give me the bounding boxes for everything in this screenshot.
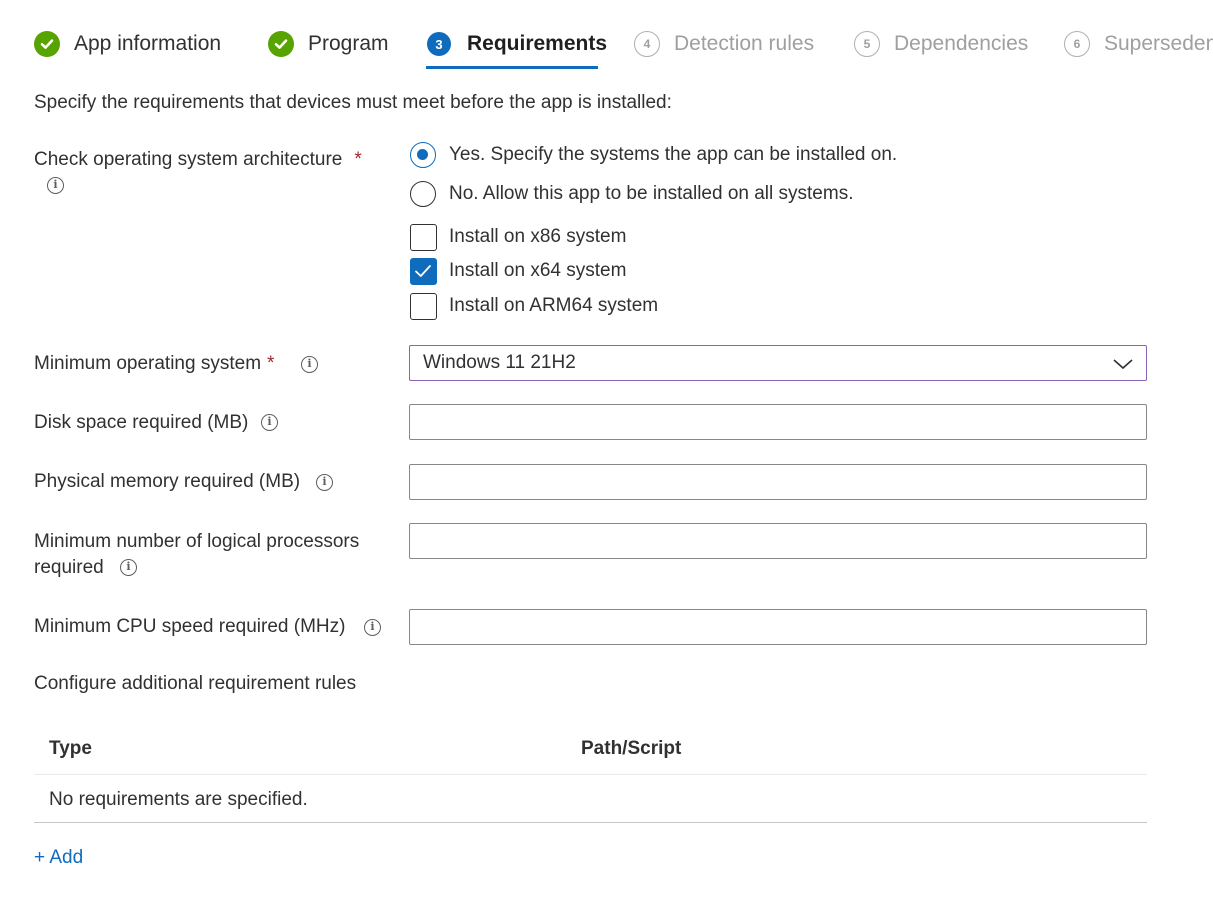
intro-text: Specify the requirements that devices mu… xyxy=(34,92,672,113)
processors-label-line1: Minimum number of logical processors xyxy=(34,531,360,552)
arch-no-radio[interactable] xyxy=(410,181,436,207)
cpu-label: Minimum CPU speed required (MHz) xyxy=(34,616,346,637)
min-os-dropdown[interactable]: Windows 11 21H2 xyxy=(409,345,1147,381)
step-label: Requirements xyxy=(467,32,608,55)
column-header-path-script: Path/Script xyxy=(581,738,682,759)
additional-rules-title: Configure additional requirement rules xyxy=(34,673,357,694)
step-supersedence[interactable]: 6 Superseden xyxy=(1064,28,1213,60)
x64-checkbox[interactable] xyxy=(410,258,437,285)
step-label: App information xyxy=(74,32,222,55)
step-number-badge: 4 xyxy=(634,31,660,57)
disk-label: Disk space required (MB) xyxy=(34,412,249,433)
arch-yes-radio[interactable] xyxy=(410,142,436,168)
required-marker: * xyxy=(354,149,362,170)
table-bottom-divider xyxy=(34,822,1147,823)
min-os-label-text: Minimum operating system xyxy=(34,353,262,374)
arm64-label[interactable]: Install on ARM64 system xyxy=(449,295,658,317)
arch-no-label[interactable]: No. Allow this app to be installed on al… xyxy=(449,183,853,205)
info-icon[interactable]: i xyxy=(120,559,137,576)
step-number-badge: 5 xyxy=(854,31,880,57)
arch-label: Check operating system architecture * xyxy=(34,149,362,171)
cpu-speed-input[interactable] xyxy=(409,609,1147,645)
info-icon[interactable]: i xyxy=(301,356,318,373)
checkmark-icon xyxy=(415,265,431,277)
info-icon[interactable]: i xyxy=(261,414,278,431)
add-requirement-link[interactable]: + Add xyxy=(34,847,83,869)
step-program[interactable]: Program xyxy=(268,28,389,60)
step-app-information[interactable]: App information xyxy=(34,28,221,60)
step-dependencies[interactable]: 5 Dependencies xyxy=(854,28,1028,60)
x86-checkbox[interactable] xyxy=(410,224,437,251)
step-label: Detection rules xyxy=(674,32,815,55)
physical-memory-input[interactable] xyxy=(409,464,1147,500)
min-os-value: Windows 11 21H2 xyxy=(423,352,576,373)
step-label: Program xyxy=(308,32,389,55)
step-number-badge: 6 xyxy=(1064,31,1090,57)
arch-yes-label[interactable]: Yes. Specify the systems the app can be … xyxy=(449,144,897,166)
step-complete-check-icon xyxy=(34,31,60,57)
min-os-label: Minimum operating system * xyxy=(34,353,274,375)
step-requirements[interactable]: 3 Requirements xyxy=(427,28,607,60)
table-header-divider xyxy=(34,774,1147,775)
x64-label[interactable]: Install on x64 system xyxy=(449,260,626,282)
required-marker: * xyxy=(267,353,275,374)
empty-table-message: No requirements are specified. xyxy=(49,789,308,810)
step-label: Dependencies xyxy=(894,32,1029,55)
disk-space-input[interactable] xyxy=(409,404,1147,440)
memory-label: Physical memory required (MB) xyxy=(34,471,301,492)
arch-label-text: Check operating system architecture xyxy=(34,149,343,170)
info-icon[interactable]: i xyxy=(364,619,381,636)
processors-label-line2: required xyxy=(34,557,104,578)
step-label: Superseden xyxy=(1104,32,1213,55)
column-header-type: Type xyxy=(49,738,92,759)
active-step-indicator xyxy=(426,66,598,69)
step-number-badge: 3 xyxy=(427,32,451,56)
chevron-down-icon xyxy=(1113,359,1133,370)
info-icon[interactable]: i xyxy=(316,474,333,491)
step-detection-rules[interactable]: 4 Detection rules xyxy=(634,28,814,60)
logical-processors-input[interactable] xyxy=(409,523,1147,559)
info-icon[interactable]: i xyxy=(47,177,64,194)
step-complete-check-icon xyxy=(268,31,294,57)
arm64-checkbox[interactable] xyxy=(410,293,437,320)
x86-label[interactable]: Install on x86 system xyxy=(449,226,626,248)
